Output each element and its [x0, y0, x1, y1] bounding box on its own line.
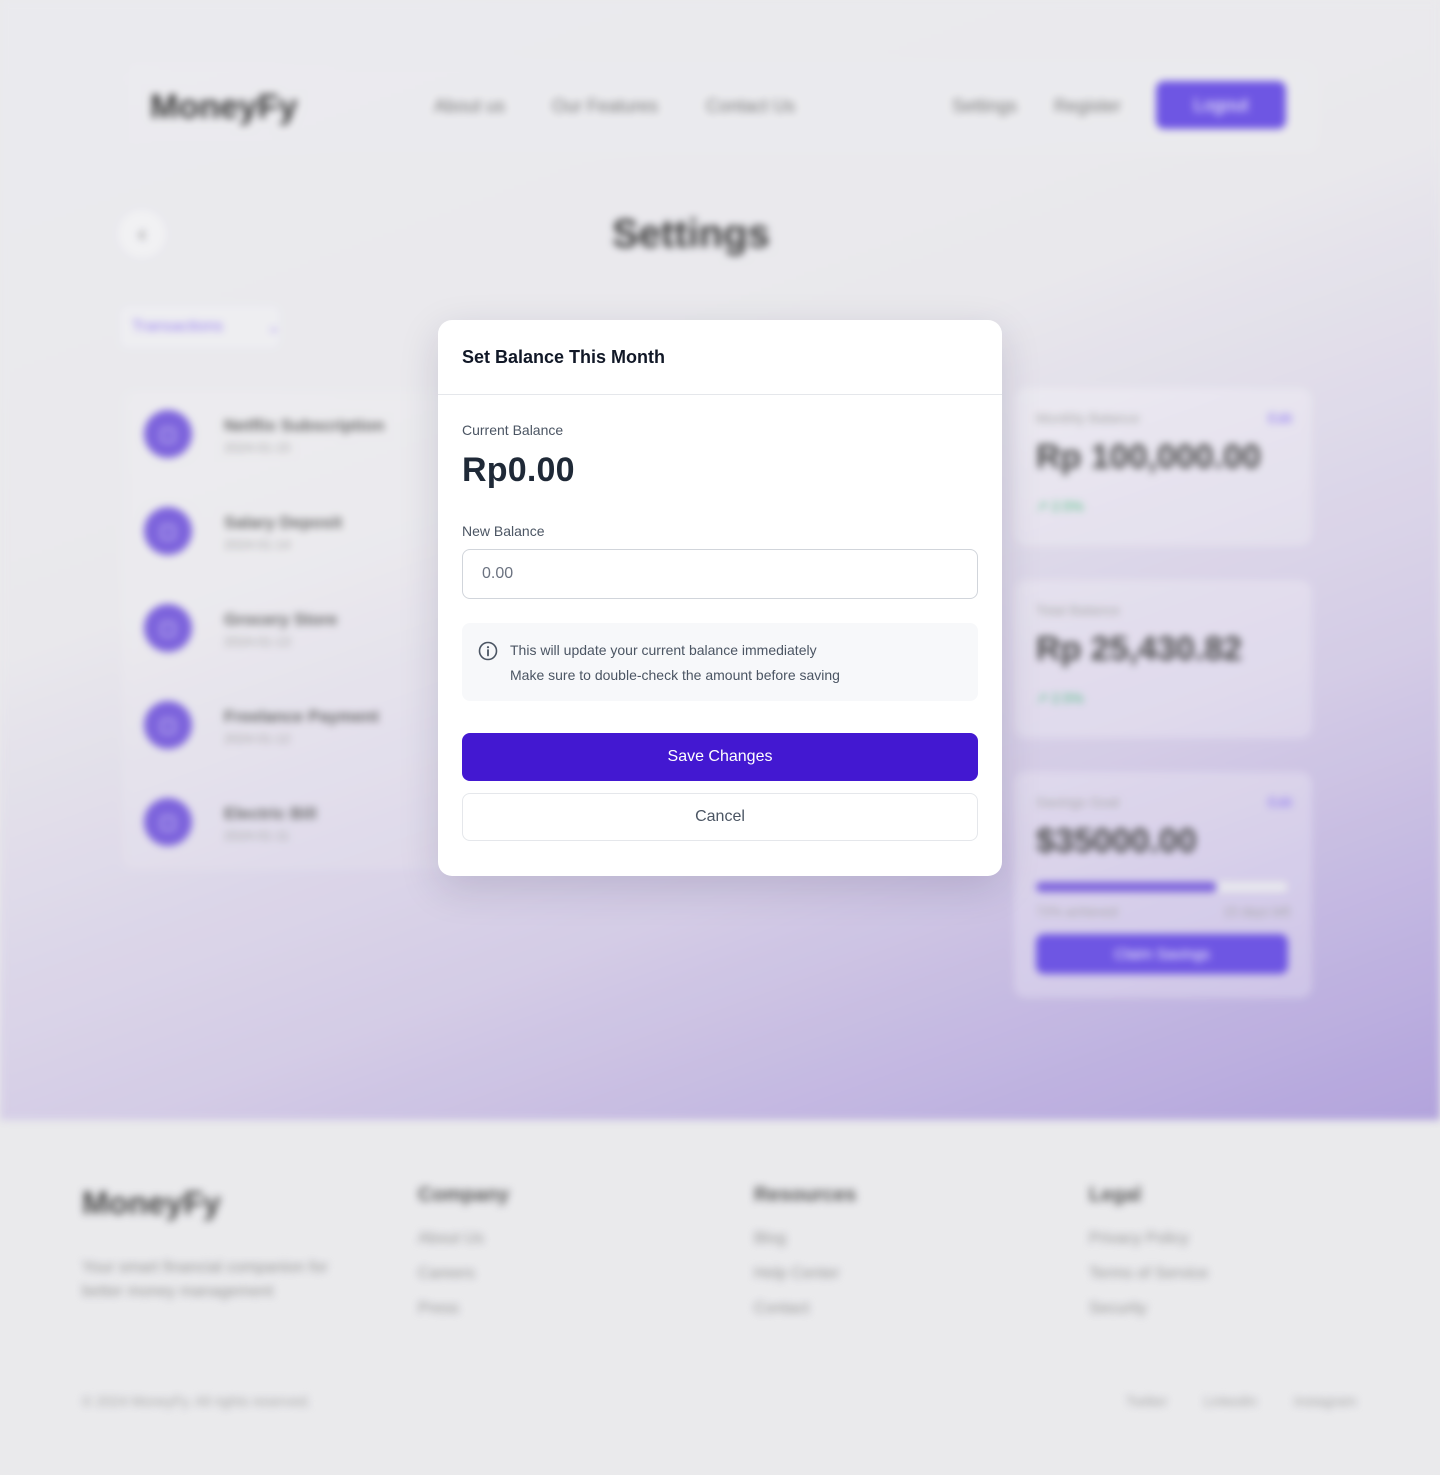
info-notice: This will update your current balance im… [462, 623, 978, 701]
new-balance-label: New Balance [462, 523, 545, 539]
set-balance-modal: Set Balance This Month Current Balance R… [438, 320, 1002, 876]
info-text-line1: This will update your current balance im… [510, 642, 817, 658]
modal-title: Set Balance This Month [462, 346, 666, 367]
new-balance-input[interactable] [462, 549, 978, 599]
current-balance-label: Current Balance [462, 422, 564, 438]
modal-header: Set Balance This Month [438, 320, 1002, 395]
cancel-button[interactable]: Cancel [462, 793, 978, 841]
info-icon [478, 641, 498, 661]
save-changes-button[interactable]: Save Changes [462, 733, 978, 781]
info-text-line2: Make sure to double-check the amount bef… [510, 667, 840, 683]
current-balance-value: Rp0.00 [462, 451, 575, 489]
